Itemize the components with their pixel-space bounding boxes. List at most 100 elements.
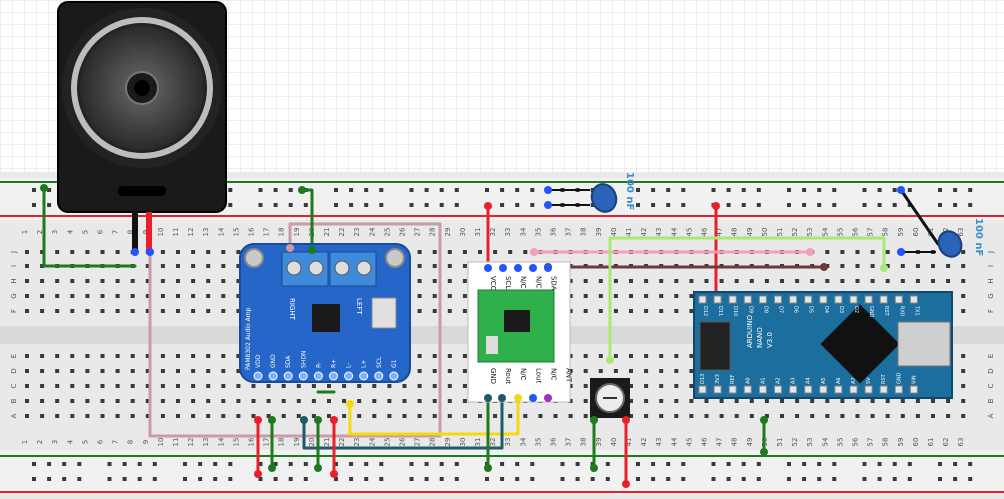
wire-endpoint: [254, 470, 262, 478]
column-label: 47: [716, 438, 724, 447]
rail-hole: [424, 477, 429, 481]
column-label: 51: [776, 228, 784, 237]
column-label: 35: [534, 228, 542, 237]
amp-pin-label: SCL: [376, 356, 383, 368]
rail-hole: [605, 462, 610, 466]
rail-hole: [968, 477, 973, 481]
nano-bottom-pin-label: A5: [821, 377, 827, 384]
column-label: 23: [353, 438, 361, 447]
breadboard-hole: [221, 414, 226, 418]
breadboard-hole: [55, 279, 60, 283]
breadboard-hole: [25, 414, 29, 418]
wire-endpoint: [606, 356, 614, 364]
rail-hole: [364, 203, 369, 207]
breadboard-hole: [689, 414, 694, 418]
rail-hole: [636, 203, 640, 207]
breadboard-hole: [900, 264, 905, 268]
breadboard-hole: [885, 399, 890, 403]
nano-bottom-pin: [743, 385, 752, 394]
breadboard-hole: [85, 384, 90, 388]
rail-hole: [288, 462, 293, 466]
breadboard-hole: [402, 399, 407, 403]
column-label: 42: [640, 228, 648, 237]
nano-top-pin-label: RST: [883, 306, 889, 317]
column-label: 32: [489, 438, 497, 447]
breadboard-hole: [206, 399, 211, 403]
nano-bottom-pin: [909, 385, 918, 394]
column-label: 46: [701, 437, 709, 446]
breadboard-hole: [296, 399, 301, 403]
breadboard-hole: [266, 399, 271, 403]
rail-hole: [802, 188, 807, 192]
rail-hole: [32, 477, 36, 481]
breadboard-hole: [206, 264, 211, 268]
column-label: 21: [323, 438, 331, 447]
column-label: 60: [912, 438, 920, 447]
rail-hole: [213, 477, 218, 481]
breadboard-hole: [825, 279, 830, 283]
breadboard-hole: [25, 369, 29, 373]
breadboard-hole: [85, 309, 90, 313]
rail-hole: [756, 462, 761, 466]
row-label: F: [987, 309, 995, 313]
breadboard-hole: [598, 369, 603, 373]
rail-hole: [424, 188, 429, 192]
breadboard-hole: [342, 399, 347, 403]
breadboard-hole: [689, 279, 694, 283]
breadboard-hole: [523, 414, 528, 418]
column-label: 3: [51, 230, 59, 234]
column-label: 24: [368, 437, 376, 446]
breadboard-hole: [115, 279, 120, 283]
breadboard-hole: [583, 399, 588, 403]
breadboard-hole: [372, 399, 377, 403]
breadboard-hole: [447, 279, 452, 283]
breadboard-hole: [613, 279, 618, 283]
column-label: 57: [867, 228, 875, 237]
rail-hole: [228, 203, 233, 207]
rail-hole: [726, 188, 731, 192]
column-label: 10: [157, 228, 165, 237]
breadboard-hole: [115, 294, 120, 298]
column-label: 36: [550, 227, 558, 236]
nano-bottom-pin: [758, 385, 767, 394]
column-label: 19: [293, 438, 301, 447]
breadboard-hole: [961, 250, 966, 254]
breadboard-hole: [674, 354, 679, 358]
breadboard-hole: [176, 264, 180, 268]
rail-hole: [651, 462, 656, 466]
rail-hole: [636, 477, 640, 481]
rail-hole: [454, 203, 459, 207]
breadboard-hole: [644, 384, 649, 388]
nano-top-pin-label: GND: [868, 306, 874, 318]
nano-bottom-pin: [834, 385, 843, 394]
rail-hole: [152, 477, 157, 481]
breadboard-hole: [931, 264, 935, 268]
breadboard-hole: [70, 399, 75, 403]
column-label: 51: [776, 438, 784, 447]
column-label: 15: [232, 438, 240, 447]
nano-bottom-pin-label: A2: [776, 377, 782, 384]
rail-hole: [258, 188, 263, 192]
radio-bottom-pin-label: N/C: [549, 368, 557, 381]
breadboard-hole: [946, 414, 951, 418]
breadboard-hole: [417, 354, 422, 358]
rail-hole: [424, 203, 429, 207]
breadboard-hole: [100, 294, 105, 298]
nano-bottom-pin-label: A6: [836, 377, 842, 384]
rail-hole: [726, 477, 731, 481]
column-label: 12: [187, 438, 195, 447]
column-label: 37: [565, 228, 573, 237]
breadboard-hole: [191, 279, 196, 283]
breadboard-hole: [946, 264, 951, 268]
rail-hole: [605, 477, 610, 481]
breadboard-hole: [915, 279, 920, 283]
breadboard-hole: [719, 414, 724, 418]
amp-pin-label: L-: [346, 363, 353, 368]
breadboard-hole: [674, 369, 679, 373]
wire-endpoint: [346, 400, 354, 408]
breadboard-hole: [447, 309, 452, 313]
radio-bottom-pin-label: GND: [489, 368, 497, 384]
rail-hole: [62, 477, 67, 481]
breadboard-hole: [961, 279, 966, 283]
rail-hole: [756, 477, 761, 481]
